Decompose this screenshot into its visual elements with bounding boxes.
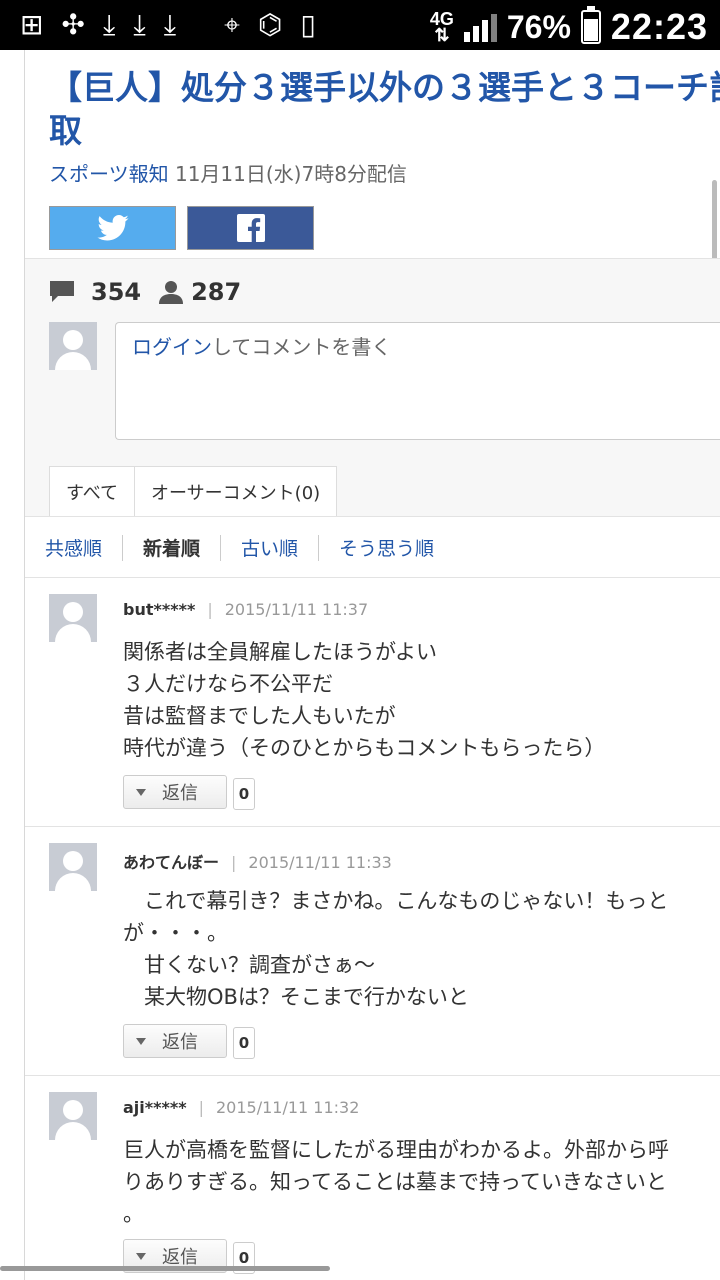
- list-item: but***** | 2015/11/11 11:37 関係者は全員解雇したほうがよ…: [25, 594, 720, 826]
- separator: [122, 534, 124, 561]
- reply-button[interactable]: 返信: [123, 775, 227, 809]
- twitter-share-button[interactable]: [49, 206, 176, 250]
- reply-count: 0: [233, 778, 255, 810]
- separator: [220, 534, 222, 561]
- comment-user[interactable]: あわてんぼー: [123, 853, 219, 872]
- reply-controls: 返信 0: [123, 1023, 255, 1059]
- article-title[interactable]: 【巨人】処分３選手以外の３選手と３コーチ計 取: [49, 66, 720, 152]
- download-icon: ⤓: [163, 8, 177, 41]
- divider: [25, 826, 720, 827]
- comment-stats: 354 287: [49, 278, 259, 306]
- sort-oldest[interactable]: 古い順: [241, 534, 298, 561]
- comment-time: 2015/11/11 11:37: [224, 600, 369, 619]
- comment-body: 巨人が高橋を監督にしたがる理由がわかるよ。外部から呼 りありすぎる。知ってること…: [123, 1138, 669, 1226]
- reply-button[interactable]: 返信: [123, 1024, 227, 1058]
- divider: [25, 258, 720, 259]
- avatar[interactable]: [49, 1092, 97, 1140]
- comment-header: あわてんぼー | 2015/11/11 11:33: [123, 853, 392, 872]
- reply-count: 0: [233, 1027, 255, 1059]
- comment-input-placeholder: してコメントを書く: [212, 335, 392, 359]
- nfc-icon: ⌬: [257, 8, 283, 41]
- vibrate-icon: ▯: [300, 8, 316, 41]
- login-link[interactable]: ログイン: [132, 335, 212, 359]
- twitter-icon: [96, 215, 129, 241]
- network-type: 4G ⇅: [429, 9, 454, 45]
- facebook-share-button[interactable]: [187, 206, 314, 250]
- notification-icons: ⊞ ✣ ⤓ ⤓ ⤓ ⌖ ⌬ ▯: [20, 8, 316, 42]
- comment-body: これで幕引き？まさかね。こんなものじゃない！もっと が・・・。 甘くない？調査が…: [123, 889, 669, 1009]
- facebook-icon: [236, 214, 265, 242]
- comment-header: aji***** | 2015/11/11 11:32: [123, 1098, 360, 1117]
- publish-date: 11月11日(水)7時8分配信: [174, 162, 407, 186]
- signal-icon: [463, 12, 497, 42]
- sort-agree[interactable]: そう思う順: [339, 534, 434, 561]
- caret-down-icon: [136, 1252, 146, 1260]
- comment-icon: [50, 281, 74, 302]
- comment-input[interactable]: ログインしてコメントを書く: [115, 322, 720, 440]
- horizontal-scrollbar[interactable]: [0, 1266, 330, 1271]
- tab-all[interactable]: すべて: [49, 466, 136, 517]
- reply-controls: 返信 0: [123, 774, 255, 810]
- avatar[interactable]: [49, 594, 97, 642]
- status-bar: ⊞ ✣ ⤓ ⤓ ⤓ ⌖ ⌬ ▯ 4G ⇅ 76% 22:23: [0, 0, 720, 50]
- battery-percent: 76%: [506, 8, 571, 45]
- add-icon: ⊞: [20, 8, 44, 41]
- article-page: 【巨人】処分３選手以外の３選手と３コーチ計 取 スポーツ報知 11月11日(水)…: [24, 50, 720, 1280]
- user-icon: [159, 281, 184, 304]
- divider: [25, 577, 720, 578]
- download-icon: ⤓: [133, 8, 146, 41]
- sort-empathy[interactable]: 共感順: [45, 534, 102, 561]
- source-link[interactable]: スポーツ報知: [49, 162, 169, 186]
- list-item: aji***** | 2015/11/11 11:32 巨人が高橋を監督にしたがる理…: [25, 1092, 720, 1280]
- comment-header: but***** | 2015/11/11 11:37: [123, 600, 369, 619]
- comment-time: 2015/11/11 11:32: [216, 1098, 360, 1117]
- sort-options: 共感順 新着順 古い順 そう思う順: [45, 534, 434, 561]
- divider: [25, 516, 720, 517]
- sort-newest[interactable]: 新着順: [143, 534, 200, 561]
- caret-down-icon: [136, 1037, 146, 1045]
- caret-down-icon: [136, 788, 146, 796]
- comment-time: 2015/11/11 11:33: [248, 853, 392, 872]
- tab-author-comments[interactable]: オーサーコメント(0): [135, 466, 338, 516]
- download-icon: ⤓: [102, 8, 116, 41]
- list-item: あわてんぼー | 2015/11/11 11:33 これで幕引き？まさかね。こんなも…: [25, 843, 720, 1075]
- comment-body: 関係者は全員解雇したほうがよい ３人だけなら不公平だ 昔は監督までした人もいたが…: [123, 640, 606, 760]
- article-meta: スポーツ報知 11月11日(水)7時8分配信: [49, 158, 407, 187]
- comment-tabs: すべて オーサーコメント(0): [49, 466, 338, 517]
- comment-user[interactable]: aji*****: [123, 1098, 187, 1117]
- clock: 22:23: [610, 6, 708, 47]
- separator: [318, 534, 320, 561]
- divider: [25, 1075, 720, 1076]
- battery-icon: [580, 6, 601, 44]
- comment-count: 354: [91, 278, 142, 306]
- location-icon: ⌖: [224, 8, 240, 41]
- pinwheel-icon: ✣: [61, 8, 85, 41]
- user-count: 287: [191, 278, 242, 306]
- avatar[interactable]: [49, 843, 97, 891]
- avatar: [49, 322, 97, 370]
- comment-user[interactable]: but*****: [123, 600, 195, 619]
